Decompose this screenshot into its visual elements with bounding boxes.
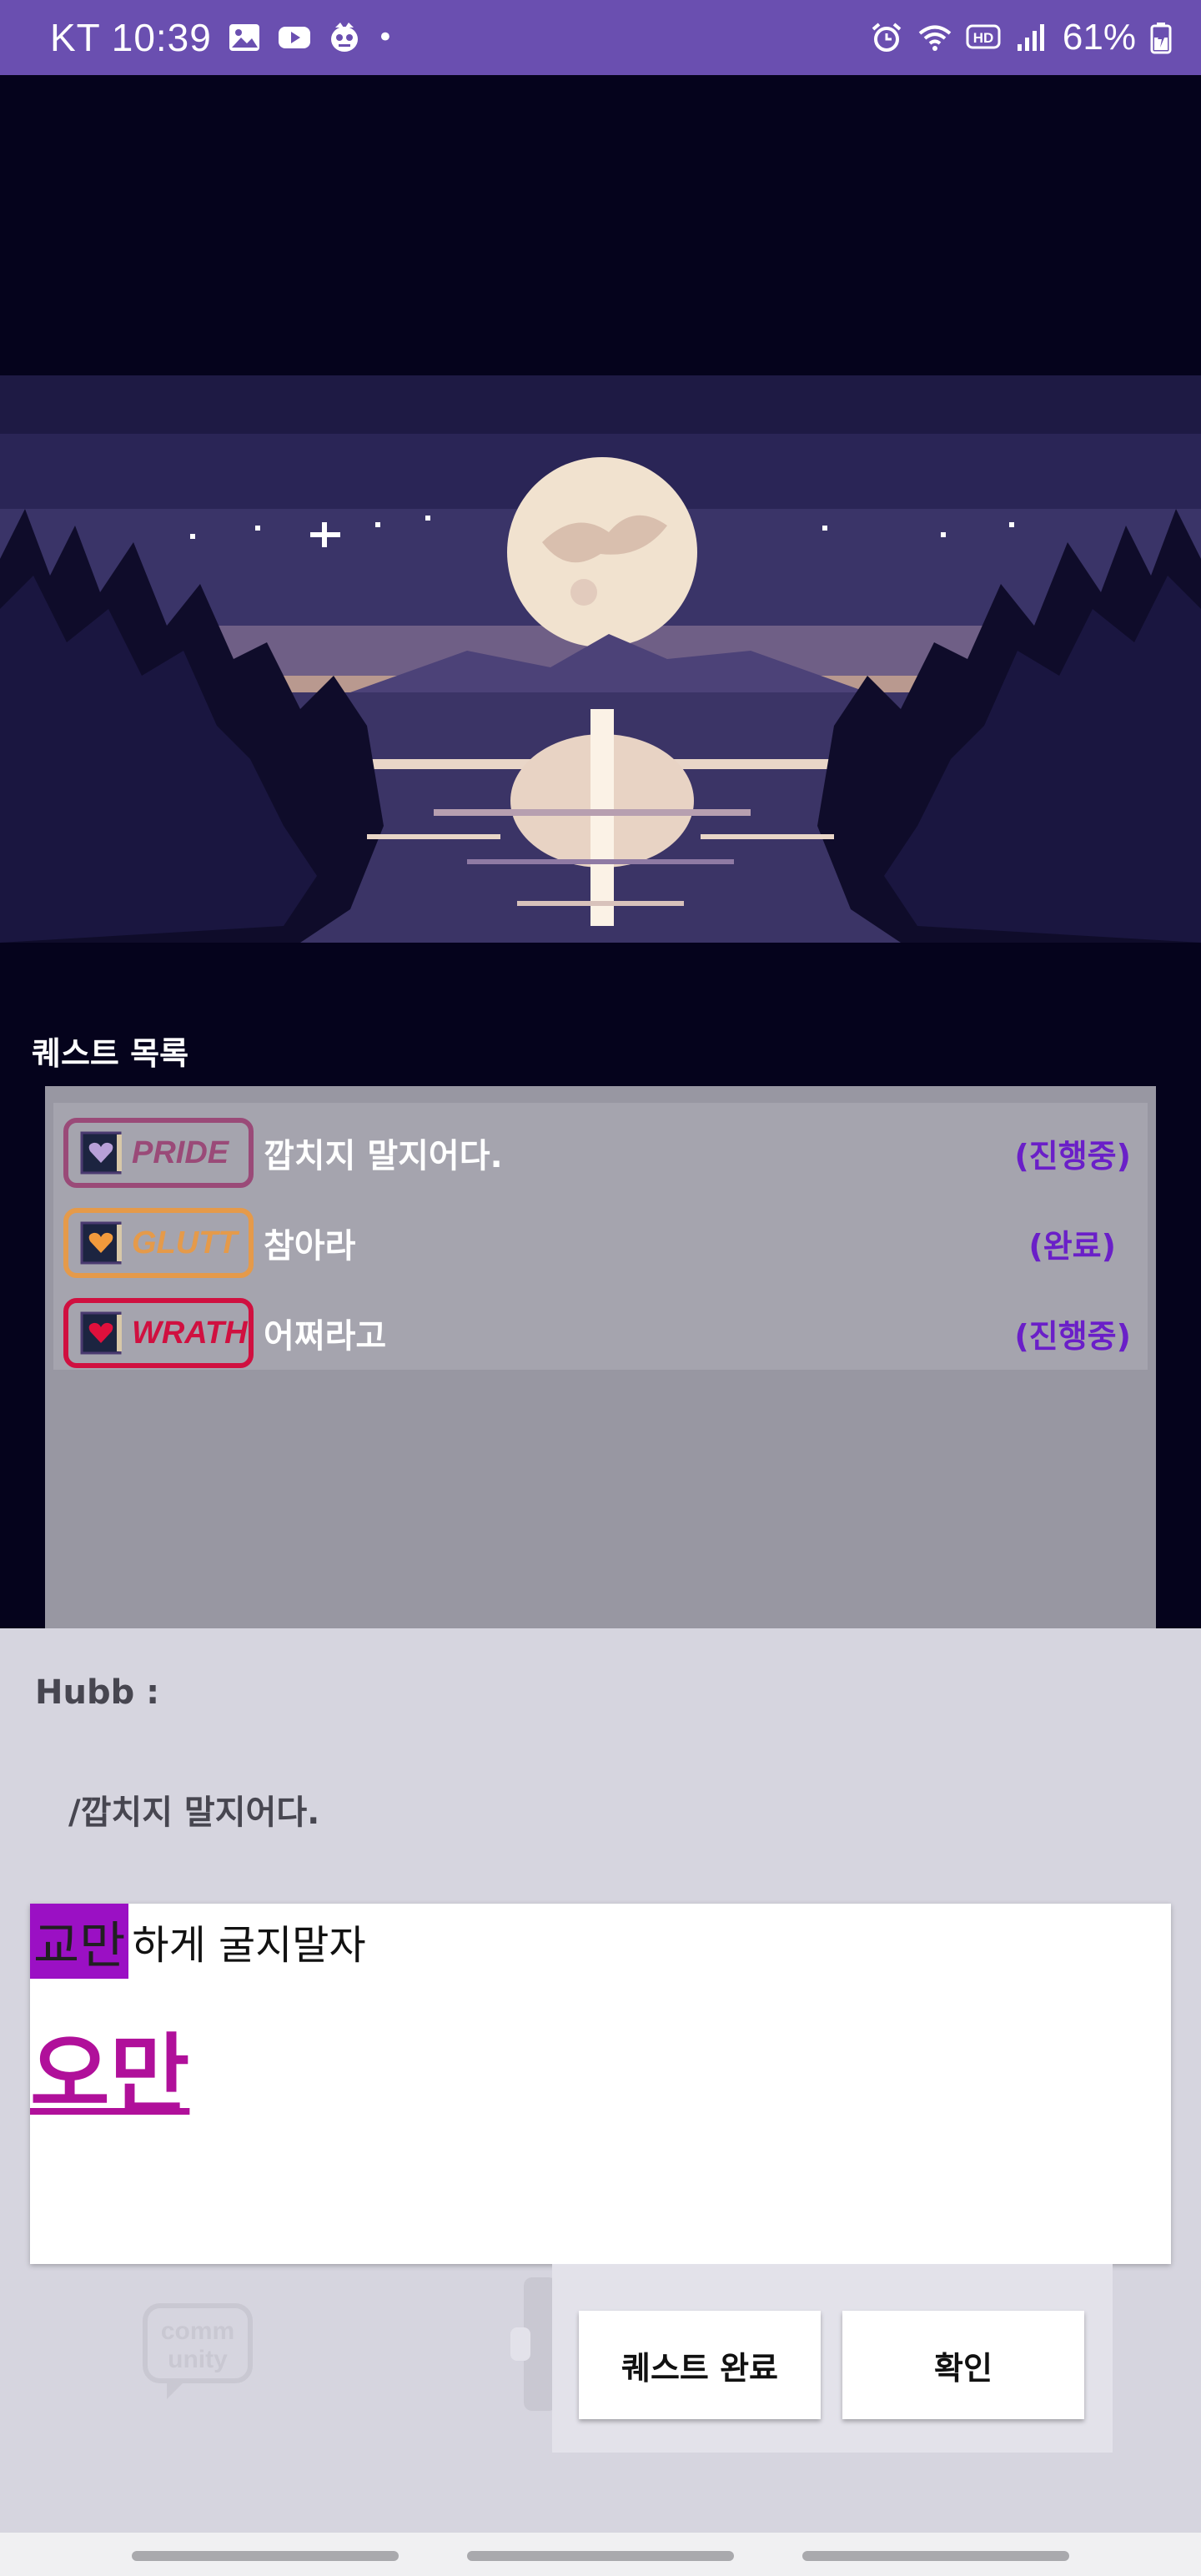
youtube-icon	[278, 27, 310, 48]
carrier-time: KT 10:39	[50, 16, 212, 59]
quest-badge-pride: PRIDE	[63, 1118, 254, 1188]
quest-name: 참아라	[264, 1227, 356, 1265]
notification-dot: •	[376, 21, 394, 54]
wifi-icon	[918, 25, 952, 51]
battery-icon	[1150, 23, 1172, 54]
svg-text:HD: HD	[973, 30, 994, 46]
svg-text:comm: comm	[161, 2317, 234, 2345]
heart-book-icon	[80, 1131, 122, 1175]
quest-name: 어쩌라고	[264, 1317, 387, 1356]
quest-status: (완료)	[1028, 1227, 1116, 1265]
quest-status: (진행중)	[1014, 1317, 1131, 1355]
battery-percent: 61%	[1062, 17, 1136, 58]
dialog-speaker: Hubb :	[35, 1673, 160, 1712]
heart-book-icon	[80, 1221, 122, 1265]
svg-text:unity: unity	[168, 2346, 228, 2373]
nav-back[interactable]	[802, 2551, 1069, 2561]
button-area: 퀘스트 완료 확인	[552, 2264, 1113, 2453]
quest-tag: GLUTT	[132, 1225, 238, 1260]
partial-icon	[510, 2277, 557, 2411]
quest-badge-glutt: GLUTT	[63, 1208, 254, 1278]
answer-text: 하게 굴지말자	[132, 1922, 366, 1969]
quest-name: 깝치지 말지어다.	[264, 1137, 503, 1175]
quest-complete-button[interactable]: 퀘스트 완료	[579, 2311, 821, 2419]
nav-recent[interactable]	[132, 2551, 399, 2561]
highlighted-word: 교만	[30, 1904, 129, 1979]
signal-icon	[1017, 24, 1044, 51]
status-bar: KT 10:39 • HD 61%	[0, 0, 1201, 75]
quest-list: PRIDE 깝치지 말지어다. (진행중) GLUTT 참아라 (완료) WRA…	[53, 1103, 1148, 1370]
navigation-bar	[0, 2533, 1201, 2576]
quest-status: (진행중)	[1014, 1137, 1131, 1175]
quest-tag: WRATH	[132, 1315, 248, 1351]
quest-row-wrath[interactable]: WRATH 어쩌라고 (진행중)	[53, 1291, 1148, 1375]
quest-tag: PRIDE	[132, 1135, 229, 1170]
answer-card: 교만 하게 굴지말자 오만	[30, 1904, 1171, 2264]
quest-list-title: 퀘스트 목록	[32, 1035, 189, 1072]
community-icon: community	[143, 2303, 253, 2399]
quest-list-panel: PRIDE 깝치지 말지어다. (진행중) GLUTT 참아라 (완료) WRA…	[45, 1086, 1156, 1628]
dialog-line: /깝치지 말지어다.	[68, 1794, 320, 1832]
quest-row-glutt[interactable]: GLUTT 참아라 (완료)	[53, 1201, 1148, 1285]
confirm-button[interactable]: 확인	[842, 2311, 1084, 2419]
app-mascot-icon	[330, 23, 358, 52]
quest-badge-wrath: WRATH	[63, 1298, 254, 1368]
heart-book-icon	[80, 1311, 122, 1355]
hd-voice-icon: HD	[966, 24, 1001, 49]
quest-row-pride[interactable]: PRIDE 깝치지 말지어다. (진행중)	[53, 1111, 1148, 1195]
nav-home[interactable]	[467, 2551, 734, 2561]
gallery-icon	[229, 24, 259, 51]
alarm-icon	[872, 23, 902, 52]
answer-keyword: 오만	[30, 2024, 190, 2126]
